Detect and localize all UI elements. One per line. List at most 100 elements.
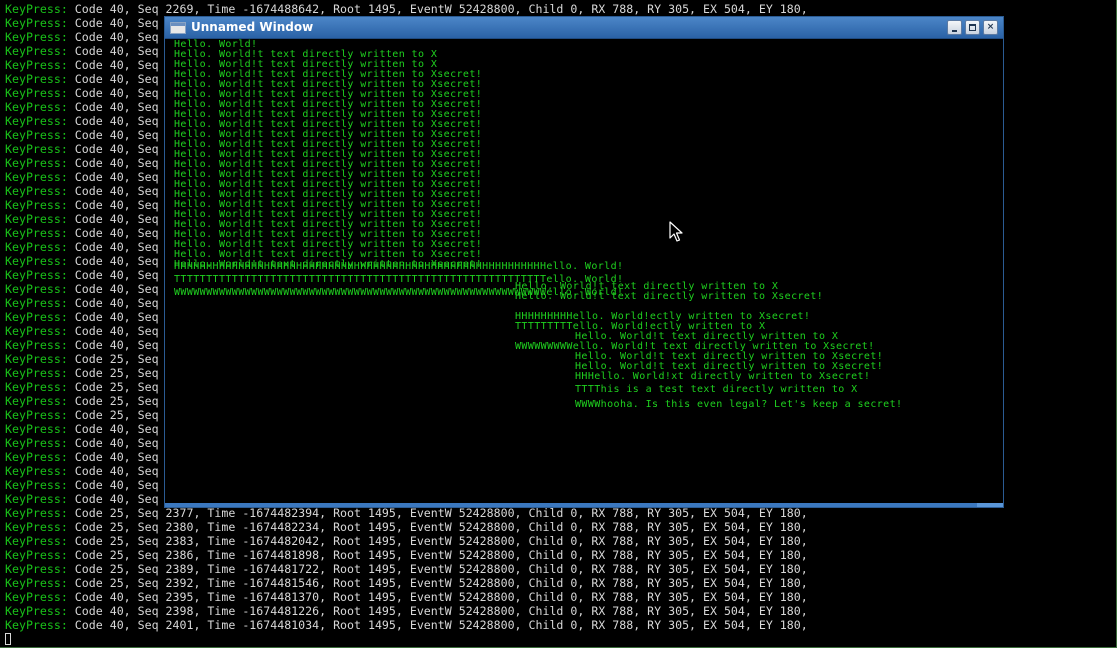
minimize-button[interactable] [947, 20, 962, 35]
event-type-label: KeyPress: [5, 296, 68, 310]
event-type-label: KeyPress: [5, 534, 68, 548]
event-details: Code 40, Seq [67, 254, 159, 268]
close-button[interactable]: × [983, 20, 998, 35]
event-type-label: KeyPress: [5, 548, 68, 562]
event-type-label: KeyPress: [5, 506, 68, 520]
event-details: Code 40, Seq [67, 226, 159, 240]
terminal-line: KeyPress: Code 40, Seq [5, 450, 159, 464]
terminal-line: KeyPress: Code 25, Seq 2380, Time -16744… [5, 520, 808, 534]
maximize-icon [969, 24, 976, 31]
terminal-line: KeyPress: Code 40, Seq [5, 128, 159, 142]
event-type-label: KeyPress: [5, 100, 68, 114]
event-details: Code 25, Seq 2392, Time -1674481546, Roo… [67, 576, 808, 590]
text-cursor [5, 633, 11, 645]
event-type-label: KeyPress: [5, 576, 68, 590]
terminal-line: KeyPress: Code 40, Seq [5, 30, 159, 44]
terminal-line: KeyPress: Code 40, Seq 2269, Time -16744… [5, 2, 808, 16]
event-details: Code 40, Seq [67, 436, 159, 450]
terminal-line: KeyPress: Code 25, Seq [5, 380, 159, 394]
event-type-label: KeyPress: [5, 394, 68, 408]
event-details: Code 40, Seq [67, 492, 159, 506]
event-details: Code 25, Seq 2389, Time -1674481722, Roo… [67, 562, 808, 576]
event-details: Code 25, Seq 2383, Time -1674482042, Roo… [67, 534, 808, 548]
window-canvas[interactable]: Hello. World! Hello. World!t text directl… [165, 39, 1003, 503]
terminal-line: KeyPress: Code 40, Seq [5, 156, 159, 170]
event-type-label: KeyPress: [5, 324, 68, 338]
terminal-line: KeyPress: Code 40, Seq [5, 422, 159, 436]
event-type-label: KeyPress: [5, 156, 68, 170]
window-titlebar[interactable]: Unnamed Window × [165, 17, 1003, 39]
event-type-label: KeyPress: [5, 170, 68, 184]
terminal-line: KeyPress: Code 40, Seq [5, 254, 159, 268]
canvas-text-line: TTTThis is a test text directly written … [575, 384, 858, 395]
event-details: Code 40, Seq [67, 268, 159, 282]
event-details: Code 25, Seq [67, 380, 159, 394]
event-details: Code 25, Seq 2386, Time -1674481898, Roo… [67, 548, 808, 562]
terminal-line: KeyPress: Code 40, Seq [5, 492, 159, 506]
terminal-line: KeyPress: Code 25, Seq 2392, Time -16744… [5, 576, 808, 590]
event-details: Code 40, Seq [67, 100, 159, 114]
event-type-label: KeyPress: [5, 58, 68, 72]
event-details: Code 40, Seq [67, 30, 159, 44]
mouse-pointer-icon [669, 221, 683, 242]
terminal-line: KeyPress: Code 40, Seq [5, 114, 159, 128]
event-details: Code 40, Seq [67, 338, 159, 352]
maximize-button[interactable] [965, 20, 980, 35]
event-type-label: KeyPress: [5, 310, 68, 324]
terminal-line: KeyPress: Code 40, Seq [5, 436, 159, 450]
event-type-label: KeyPress: [5, 142, 68, 156]
terminal-line: KeyPress: Code 40, Seq 2395, Time -16744… [5, 590, 808, 604]
event-type-label: KeyPress: [5, 408, 68, 422]
terminal-line: KeyPress: Code 40, Seq [5, 268, 159, 282]
event-type-label: KeyPress: [5, 268, 68, 282]
event-details: Code 40, Seq [67, 212, 159, 226]
event-type-label: KeyPress: [5, 212, 68, 226]
terminal-line: KeyPress: Code 25, Seq [5, 352, 159, 366]
event-type-label: KeyPress: [5, 226, 68, 240]
event-type-label: KeyPress: [5, 114, 68, 128]
event-details: Code 25, Seq 2380, Time -1674482234, Roo… [67, 520, 808, 534]
event-type-label: KeyPress: [5, 450, 68, 464]
terminal-line: KeyPress: Code 40, Seq [5, 296, 159, 310]
event-type-label: KeyPress: [5, 604, 68, 618]
event-details: Code 40, Seq [67, 450, 159, 464]
event-details: Code 40, Seq 2269, Time -1674488642, Roo… [67, 2, 808, 16]
event-details: Code 25, Seq [67, 352, 159, 366]
event-details: Code 40, Seq [67, 296, 159, 310]
terminal-line: KeyPress: Code 40, Seq [5, 86, 159, 100]
event-details: Code 40, Seq [67, 114, 159, 128]
event-details: Code 40, Seq [67, 464, 159, 478]
event-details: Code 25, Seq [67, 408, 159, 422]
terminal-line: KeyPress: Code 40, Seq 2398, Time -16744… [5, 604, 808, 618]
terminal-line: KeyPress: Code 40, Seq [5, 478, 159, 492]
event-type-label: KeyPress: [5, 464, 68, 478]
event-details: Code 40, Seq [67, 128, 159, 142]
terminal-line: KeyPress: Code 25, Seq 2383, Time -16744… [5, 534, 808, 548]
event-details: Code 40, Seq [67, 282, 159, 296]
event-details: Code 40, Seq [67, 142, 159, 156]
event-type-label: KeyPress: [5, 128, 68, 142]
unnamed-window[interactable]: Unnamed Window × Hello. World! Hello. Wor… [164, 16, 1004, 508]
event-type-label: KeyPress: [5, 366, 68, 380]
terminal-line: KeyPress: Code 40, Seq [5, 198, 159, 212]
event-details: Code 40, Seq [67, 44, 159, 58]
terminal-line: KeyPress: Code 40, Seq [5, 324, 159, 338]
window-bottom-border[interactable] [165, 503, 1003, 507]
terminal-line: KeyPress: Code 25, Seq 2389, Time -16744… [5, 562, 808, 576]
terminal-line: KeyPress: Code 40, Seq [5, 240, 159, 254]
terminal-line: KeyPress: Code 40, Seq [5, 100, 159, 114]
event-details: Code 40, Seq [67, 170, 159, 184]
terminal-line: KeyPress: Code 40, Seq [5, 142, 159, 156]
event-details: Code 40, Seq [67, 16, 159, 30]
event-type-label: KeyPress: [5, 184, 68, 198]
terminal-line: KeyPress: Code 40, Seq [5, 72, 159, 86]
event-type-label: KeyPress: [5, 478, 68, 492]
event-type-label: KeyPress: [5, 30, 68, 44]
window-app-icon[interactable] [170, 22, 186, 34]
canvas-text-line: Hello. World!t text directly written to … [515, 291, 824, 302]
terminal-line: KeyPress: Code 40, Seq [5, 184, 159, 198]
event-type-label: KeyPress: [5, 380, 68, 394]
event-details: Code 40, Seq [67, 58, 159, 72]
event-type-label: KeyPress: [5, 352, 68, 366]
terminal-line: KeyPress: Code 40, Seq [5, 212, 159, 226]
